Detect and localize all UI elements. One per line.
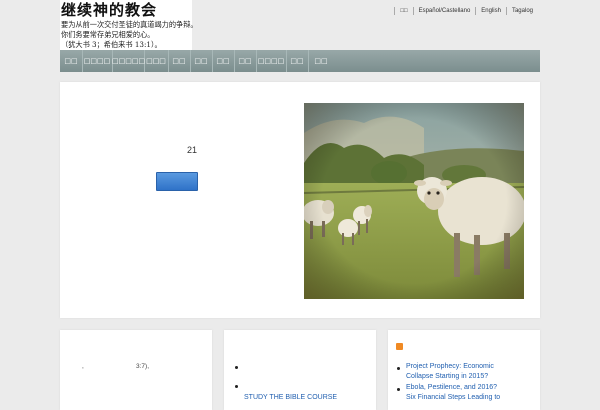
left-card-text-2: 3:7), [136, 363, 150, 370]
language-link-chinese[interactable]: □□ [394, 7, 412, 15]
tagline-line-1: 要为从前一次交付圣徒的真道竭力的争辩。 [61, 20, 198, 29]
language-link-spanish[interactable]: Español/Castellano [412, 7, 476, 15]
news-link-1-cont[interactable]: Collapse Starting in 2015? [406, 373, 488, 380]
language-link-tagalog[interactable]: Tagalog [505, 7, 538, 15]
menu-item-5[interactable]: □□ [168, 50, 191, 72]
list-bullet [235, 385, 238, 388]
slide-button[interactable] [156, 172, 198, 191]
menu-item-4[interactable]: □□□ [144, 50, 169, 72]
widget-card-left [60, 330, 212, 410]
menu-item-9[interactable]: □□□□ [256, 50, 287, 72]
menu-item-7[interactable]: □□ [212, 50, 235, 72]
sheep-photo [304, 103, 524, 299]
rss-icon[interactable] [396, 343, 403, 350]
left-card-text-1: , [82, 363, 84, 370]
site-logo[interactable]: 继续神的教会 要为从前一次交付圣徒的真道竭力的争辩。 你们务要常存弟兄相爱的心。… [60, 0, 198, 50]
slide-counter: 21 [187, 145, 198, 155]
language-nav: □□ Español/Castellano English Tagalog [394, 7, 538, 15]
language-link-english[interactable]: English [475, 7, 506, 15]
tagline-line-3: （犹大书 3；希伯来书 13:1）。 [61, 40, 162, 49]
list-bullet [235, 366, 238, 369]
menu-item-6[interactable]: □□ [190, 50, 213, 72]
news-link-2[interactable]: Ebola, Pestilence, and 2016? [406, 384, 497, 391]
site-title: 继续神的教会 [61, 1, 158, 19]
news-link-1[interactable]: Project Prophecy: Economic [406, 363, 494, 370]
menu-item-3[interactable]: □□□□□ [112, 50, 145, 72]
main-menu: □□ □□□□ □□□□□ □□□ □□ □□ □□ □□ □□□□ □□ □□ [60, 50, 540, 72]
menu-item-11[interactable]: □□ [308, 50, 334, 72]
menu-item-8[interactable]: □□ [234, 50, 257, 72]
menu-item-1[interactable]: □□ [60, 50, 83, 72]
list-bullet [397, 388, 400, 391]
menu-item-10[interactable]: □□ [286, 50, 309, 72]
list-bullet [397, 367, 400, 370]
menu-item-2[interactable]: □□□□ [82, 50, 113, 72]
tagline-line-2: 你们务要常存弟兄相爱的心。 [61, 30, 155, 39]
